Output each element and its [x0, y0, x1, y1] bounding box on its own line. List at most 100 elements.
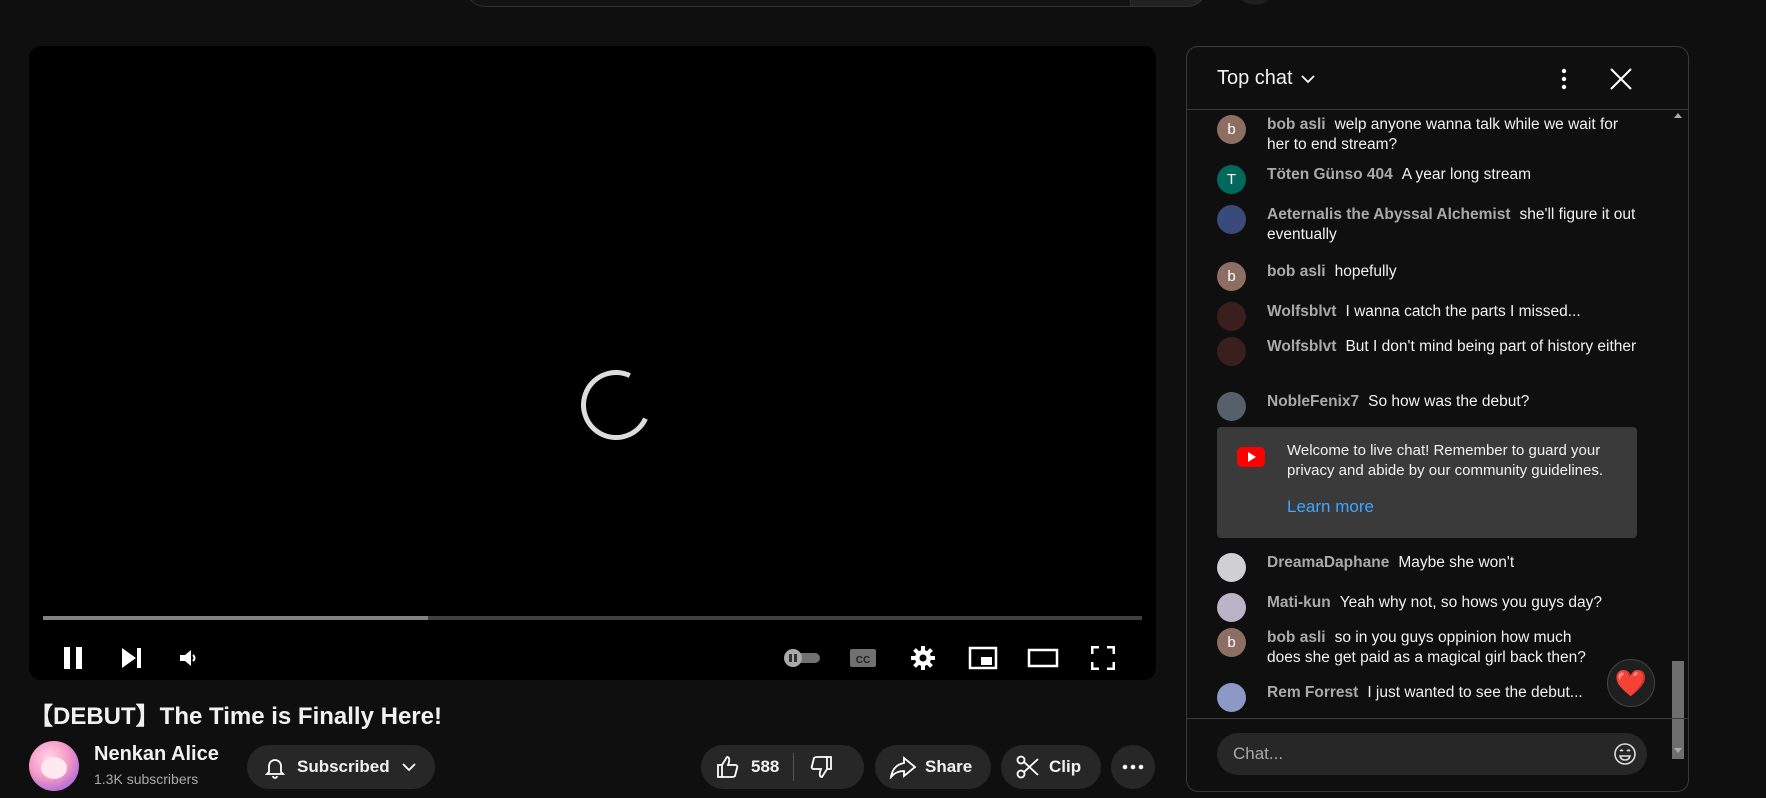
welcome-banner: Welcome to live chat! Remember to guard … [1217, 427, 1637, 538]
theater-icon [1027, 648, 1059, 668]
chat-text: So how was the debut? [1368, 393, 1530, 410]
learn-more-link[interactable]: Learn more [1287, 497, 1374, 517]
pause-button[interactable] [51, 640, 95, 676]
author-avatar[interactable] [1217, 683, 1246, 712]
clip-label: Clip [1049, 757, 1082, 776]
progress-bar[interactable] [43, 616, 1142, 620]
chat-text: Yeah why not, so hows you guys day? [1339, 594, 1602, 611]
author-avatar[interactable] [1217, 553, 1246, 582]
search-button[interactable] [1130, 0, 1207, 7]
video-player[interactable]: CC [29, 46, 1156, 680]
chat-text: I just wanted to see the debut... [1367, 684, 1583, 701]
chat-text: But I don't mind being part of history e… [1345, 338, 1637, 355]
chevron-down-icon [401, 763, 416, 772]
chat-message[interactable]: Aeternalis the Abyssal Alchemist she'll f… [1217, 205, 1637, 245]
chat-scrollbar[interactable] [1669, 109, 1685, 759]
dislike-button[interactable] [808, 754, 834, 780]
chat-header: Top chat [1187, 47, 1688, 110]
more-actions-button[interactable] [1111, 745, 1155, 789]
avatar-letter: b [1227, 120, 1236, 138]
svg-text:CC: CC [856, 655, 870, 666]
fullscreen-icon [1091, 646, 1115, 670]
share-button[interactable]: Share [875, 745, 991, 789]
captions-button[interactable]: CC [841, 640, 885, 676]
chat-author[interactable]: bob asli [1267, 263, 1326, 280]
author-avatar[interactable]: b [1217, 115, 1246, 144]
author-avatar[interactable] [1217, 593, 1246, 622]
miniplayer-button[interactable] [961, 640, 1005, 676]
reaction-button[interactable]: ❤️ [1607, 659, 1655, 707]
chat-message[interactable]: Wolfsblvt But I don't mind being part of … [1217, 337, 1637, 366]
chat-message[interactable]: DreamaDaphane Maybe she won't [1217, 553, 1637, 582]
chat-message[interactable]: Rem Forrest I just wanted to see the debu… [1217, 683, 1637, 712]
channel-name[interactable]: Nenkan Alice [94, 743, 219, 766]
author-avatar[interactable] [1217, 302, 1246, 331]
next-button[interactable] [109, 640, 153, 676]
subscribed-button[interactable]: Subscribed [247, 745, 435, 789]
loading-spinner-icon [571, 360, 661, 450]
chat-author[interactable]: Mati-kun [1267, 594, 1331, 611]
pause-icon [64, 647, 82, 669]
like-count: 588 [751, 757, 780, 776]
author-avatar[interactable]: b [1217, 628, 1246, 657]
like-divider [793, 753, 795, 781]
chat-input[interactable] [1217, 733, 1647, 775]
clip-button[interactable]: Clip [1001, 745, 1101, 789]
video-title: 【DEBUT】The Time is Finally Here! [29, 703, 442, 730]
author-avatar[interactable] [1217, 392, 1246, 421]
chat-mode-selector[interactable]: Top chat [1217, 67, 1317, 90]
volume-button[interactable] [167, 640, 211, 676]
more-horizontal-icon [1122, 764, 1144, 770]
like-dislike-group: 588 [701, 745, 864, 789]
share-label: Share [925, 757, 973, 776]
chat-text: I wanna catch the parts I missed... [1345, 303, 1581, 320]
author-avatar[interactable]: T [1217, 165, 1246, 194]
share-icon [889, 756, 917, 779]
chat-message[interactable]: b bob asli so in you guys oppinion how mu… [1217, 628, 1637, 668]
chat-author[interactable]: DreamaDaphane [1267, 554, 1389, 571]
chat-author[interactable]: NobleFenix7 [1267, 393, 1359, 410]
chat-text: hopefully [1334, 263, 1397, 280]
youtube-logo-icon [1237, 447, 1265, 467]
author-avatar[interactable] [1217, 337, 1246, 366]
author-avatar[interactable] [1217, 205, 1246, 234]
chat-message[interactable]: T Töten Günso 404 A year long stream [1217, 165, 1637, 194]
more-vertical-icon [1561, 68, 1567, 90]
search-bar[interactable] [465, 0, 1207, 7]
theater-mode-button[interactable] [1021, 640, 1065, 676]
fullscreen-button[interactable] [1081, 640, 1125, 676]
chat-author[interactable]: Aeternalis the Abyssal Alchemist [1267, 206, 1511, 223]
gear-icon [911, 646, 935, 670]
chat-menu-button[interactable] [1552, 65, 1576, 93]
volume-icon [180, 650, 196, 666]
chat-message[interactable]: b bob asli hopefully [1217, 262, 1637, 291]
avatar-letter: b [1227, 633, 1236, 651]
chat-message[interactable]: b bob asli welp anyone wanna talk while w… [1217, 115, 1637, 155]
chat-title: Top chat [1217, 67, 1293, 89]
chat-author[interactable]: bob asli [1267, 116, 1326, 133]
chat-input-area [1187, 718, 1688, 791]
like-button[interactable]: 588 [701, 754, 779, 780]
autoplay-icon [784, 649, 820, 667]
chat-author[interactable]: Rem Forrest [1267, 684, 1358, 701]
chat-message[interactable]: Wolfsblvt I wanna catch the parts I misse… [1217, 302, 1637, 331]
chat-author[interactable]: Töten Günso 404 [1267, 166, 1393, 183]
welcome-text: Welcome to live chat! Remember to guard … [1287, 442, 1604, 479]
chat-text: A year long stream [1401, 166, 1531, 183]
chat-message[interactable]: NobleFenix7 So how was the debut? [1217, 392, 1637, 421]
channel-avatar[interactable] [29, 741, 79, 791]
chat-author[interactable]: Wolfsblvt [1267, 338, 1336, 355]
settings-button[interactable] [901, 640, 945, 676]
miniplayer-icon [968, 646, 998, 670]
scissors-icon [1016, 755, 1039, 779]
voice-search-button[interactable] [1235, 0, 1275, 5]
emoji-icon[interactable] [1613, 742, 1637, 766]
chevron-down-icon [1300, 74, 1315, 83]
autoplay-toggle[interactable] [779, 640, 825, 676]
next-icon [122, 648, 141, 668]
chat-author[interactable]: bob asli [1267, 629, 1326, 646]
chat-author[interactable]: Wolfsblvt [1267, 303, 1336, 320]
author-avatar[interactable]: b [1217, 262, 1246, 291]
chat-message[interactable]: Mati-kun Yeah why not, so hows you guys d… [1217, 593, 1637, 622]
chat-close-button[interactable] [1605, 63, 1637, 95]
